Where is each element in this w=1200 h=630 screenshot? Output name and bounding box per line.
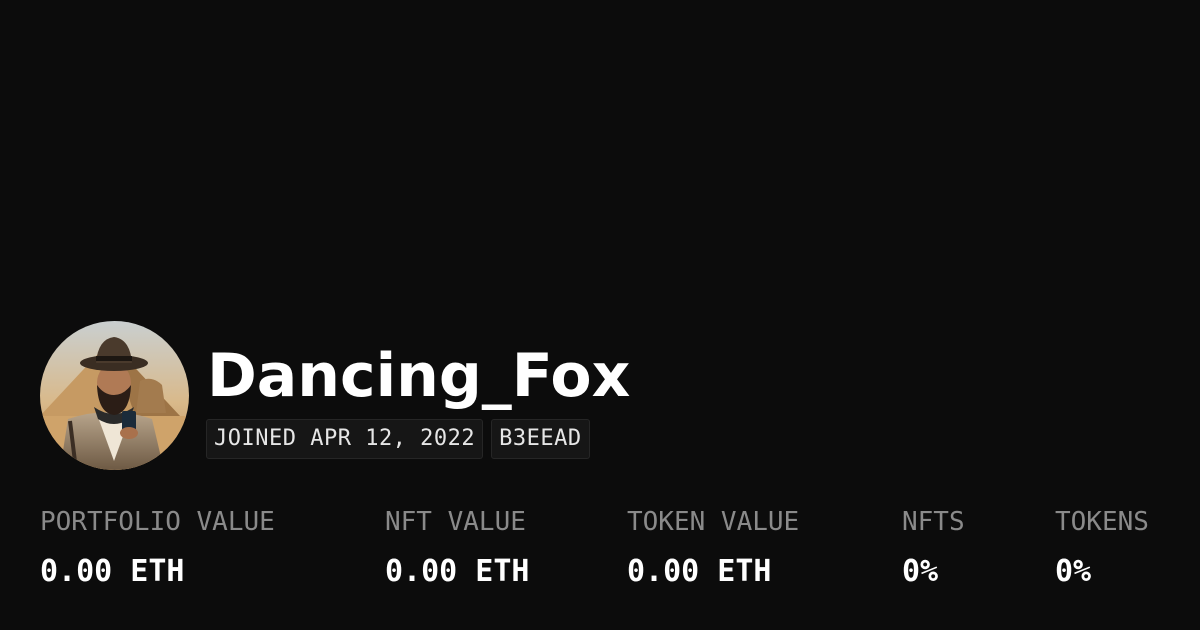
avatar-image-icon <box>40 321 189 470</box>
stat-token-value: TOKEN VALUE 0.00 ETH <box>627 504 799 590</box>
stat-label: TOKEN VALUE <box>627 507 800 537</box>
stat-value: 0.00 ETH <box>40 554 185 589</box>
stat-label: NFT VALUE <box>385 507 526 537</box>
stat-label: NFTS <box>902 507 965 537</box>
address-badge[interactable]: B3EEAD <box>491 419 590 459</box>
stat-nfts: NFTS 0% <box>902 504 965 590</box>
stat-tokens: TOKENS 0% <box>1055 504 1149 590</box>
stat-value: 0.00 ETH <box>385 554 530 589</box>
profile-card: Dancing_Fox JOINED APR 12, 2022 B3EEAD P… <box>0 0 1200 630</box>
profile-badges: JOINED APR 12, 2022 B3EEAD <box>206 419 590 459</box>
stat-value: 0% <box>902 554 939 589</box>
stat-nft-value: NFT VALUE 0.00 ETH <box>385 504 530 590</box>
username: Dancing_Fox <box>207 341 631 411</box>
stat-portfolio-value: PORTFOLIO VALUE 0.00 ETH <box>40 504 275 590</box>
stat-value: 0.00 ETH <box>627 554 772 589</box>
stat-label: PORTFOLIO VALUE <box>40 507 275 537</box>
stat-label: TOKENS <box>1055 507 1149 537</box>
avatar[interactable] <box>40 321 189 470</box>
joined-date-badge: JOINED APR 12, 2022 <box>206 419 484 459</box>
stat-value: 0% <box>1055 554 1092 589</box>
